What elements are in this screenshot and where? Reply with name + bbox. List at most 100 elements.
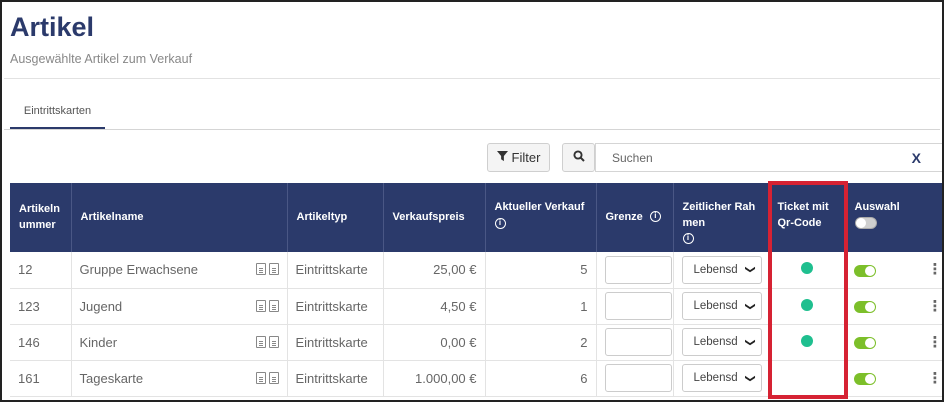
cell-ticket-qr <box>768 252 846 289</box>
zeitrahmen-select[interactable]: Lebensd ❯ <box>681 292 762 320</box>
auswahl-toggle[interactable] <box>853 373 876 386</box>
cell-artikelname: Jugend <box>71 288 288 325</box>
auswahl-toggle[interactable] <box>853 301 876 314</box>
cell-verkaufspreis: 1.000,00 € <box>383 360 486 397</box>
col-header-label: Grenze <box>605 210 643 223</box>
grenze-input[interactable] <box>604 364 672 392</box>
cell-artikelnummer: 12 <box>10 252 72 289</box>
zeitrahmen-select[interactable]: Lebensd ❯ <box>681 364 762 392</box>
col-header-auswahl[interactable]: Auswahl <box>845 183 942 252</box>
qr-enabled-indicator <box>800 334 813 347</box>
col-header-aktueller-verkauf[interactable]: Aktueller Verkauf i <box>485 183 597 252</box>
search-button[interactable] <box>562 143 595 172</box>
cell-artikeltyp: Eintrittskarte <box>287 360 384 397</box>
cell-ticket-qr <box>768 324 846 361</box>
col-header-label: Auswahl <box>854 201 900 213</box>
grenze-input[interactable] <box>604 328 672 356</box>
article-name: Gruppe Erwachsene <box>79 262 199 278</box>
select-value: Lebensd <box>693 300 738 312</box>
qr-enabled-indicator <box>800 298 813 311</box>
zeitrahmen-select[interactable]: Lebensd ❯ <box>681 255 762 284</box>
cell-grenze <box>596 324 674 361</box>
search-input[interactable]: Suchen X <box>595 143 942 172</box>
cell-aktueller-verkauf: 2 <box>485 324 597 361</box>
more-options-icon[interactable]: ⋮ <box>928 262 943 277</box>
col-header-zeitlicher-rahmen[interactable]: Zeitlicher Rah men i <box>673 183 769 252</box>
zeitrahmen-select[interactable]: Lebensd ❯ <box>681 328 762 356</box>
col-header-artikelnummer[interactable]: Artikeln ummer <box>10 183 72 252</box>
image-doc-icon[interactable] <box>255 371 266 384</box>
document-icon[interactable] <box>268 335 279 348</box>
cell-artikeltyp: Eintrittskarte <box>287 288 384 325</box>
table-header-row: Artikeln ummer Artikelname Artikeltyp Ve… <box>10 183 942 252</box>
col-header-verkaufspreis[interactable]: Verkaufspreis <box>383 183 486 252</box>
grenze-input[interactable] <box>604 292 672 320</box>
chevron-down-icon: ❯ <box>744 301 756 311</box>
table-row[interactable]: 161 Tageskarte Eintrittskarte 1.000,00 €6 Le… <box>10 360 943 397</box>
table-row[interactable]: 12 Gruppe Erwachsene Eintrittskarte 25,00 €… <box>10 252 943 289</box>
chevron-down-icon: ❯ <box>744 265 756 274</box>
article-name: Jugend <box>79 298 123 314</box>
col-header-grenze[interactable]: Grenze i <box>596 183 674 252</box>
cell-zeitlicher-rahmen: Lebensd ❯ <box>673 288 769 325</box>
auswahl-toggle[interactable] <box>853 337 876 350</box>
more-options-icon[interactable]: ⋮ <box>928 299 943 314</box>
cell-ticket-qr <box>768 360 846 397</box>
image-doc-icon[interactable] <box>255 299 266 312</box>
cell-verkaufspreis: 4,50 € <box>383 288 486 325</box>
grenze-input[interactable] <box>604 255 672 284</box>
image-doc-icon[interactable] <box>255 263 266 276</box>
page-title: Artikel <box>10 12 95 42</box>
cell-grenze <box>596 360 674 397</box>
cell-grenze <box>596 288 674 325</box>
app-window: Artikel Ausgewählte Artikel zum Verkauf … <box>0 0 944 402</box>
cell-auswahl: ⋮ <box>845 360 943 397</box>
cell-artikelname: Kinder <box>71 324 288 361</box>
cell-grenze <box>596 252 674 289</box>
filter-button-label: Filter <box>511 150 541 165</box>
page-subtitle: Ausgewählte Artikel zum Verkauf <box>10 52 193 66</box>
article-name: Kinder <box>79 334 118 350</box>
col-header-artikeltyp[interactable]: Artikeltyp <box>287 183 384 252</box>
cell-aktueller-verkauf: 6 <box>485 360 597 397</box>
select-all-toggle[interactable] <box>854 217 877 230</box>
table-row[interactable]: 123 Jugend Eintrittskarte 4,50 €1 Lebensd ❯ ⋮ <box>10 288 943 325</box>
image-doc-icon[interactable] <box>255 335 266 348</box>
col-header-ticket-qr-code[interactable]: Ticket mit Qr-Code <box>768 183 846 252</box>
info-icon[interactable]: i <box>682 233 694 245</box>
cell-aktueller-verkauf: 1 <box>485 288 597 325</box>
document-icon[interactable] <box>268 371 279 384</box>
cell-aktueller-verkauf: 5 <box>485 252 597 289</box>
search-placeholder: Suchen <box>612 150 653 165</box>
filter-button[interactable]: Filter <box>487 143 550 172</box>
cell-auswahl: ⋮ <box>845 288 943 325</box>
cell-ticket-qr <box>768 288 846 325</box>
select-value: Lebensd <box>693 372 738 384</box>
clear-search-button[interactable]: X <box>912 150 921 166</box>
col-header-label: Zeitlicher Rah men <box>682 201 756 229</box>
more-options-icon[interactable]: ⋮ <box>928 371 943 386</box>
info-icon[interactable]: i <box>494 217 506 229</box>
cell-zeitlicher-rahmen: Lebensd ❯ <box>673 360 769 397</box>
cell-artikelnummer: 123 <box>10 288 72 325</box>
table-row[interactable]: 146 Kinder Eintrittskarte 0,00 €2 Lebensd ❯ ⋮ <box>10 324 943 361</box>
cell-verkaufspreis: 0,00 € <box>383 324 486 361</box>
auswahl-toggle[interactable] <box>853 264 876 277</box>
col-header-artikelname[interactable]: Artikelname <box>71 183 288 252</box>
tab-eintrittskarten[interactable]: Eintrittskarten <box>10 105 105 129</box>
cell-artikeltyp: Eintrittskarte <box>287 252 384 289</box>
document-icon[interactable] <box>268 299 279 312</box>
document-icon[interactable] <box>268 263 279 276</box>
funnel-icon <box>496 150 508 165</box>
info-icon[interactable]: i <box>649 211 661 223</box>
select-value: Lebensd <box>693 263 738 276</box>
more-options-icon[interactable]: ⋮ <box>928 335 943 350</box>
cell-zeitlicher-rahmen: Lebensd ❯ <box>673 324 769 361</box>
qr-enabled-indicator <box>800 262 813 275</box>
cell-artikelnummer: 146 <box>10 324 72 361</box>
cell-auswahl: ⋮ <box>845 324 943 361</box>
divider <box>4 78 940 79</box>
cell-artikeltyp: Eintrittskarte <box>287 324 384 361</box>
cell-zeitlicher-rahmen: Lebensd ❯ <box>673 252 769 289</box>
cell-verkaufspreis: 25,00 € <box>383 252 486 289</box>
